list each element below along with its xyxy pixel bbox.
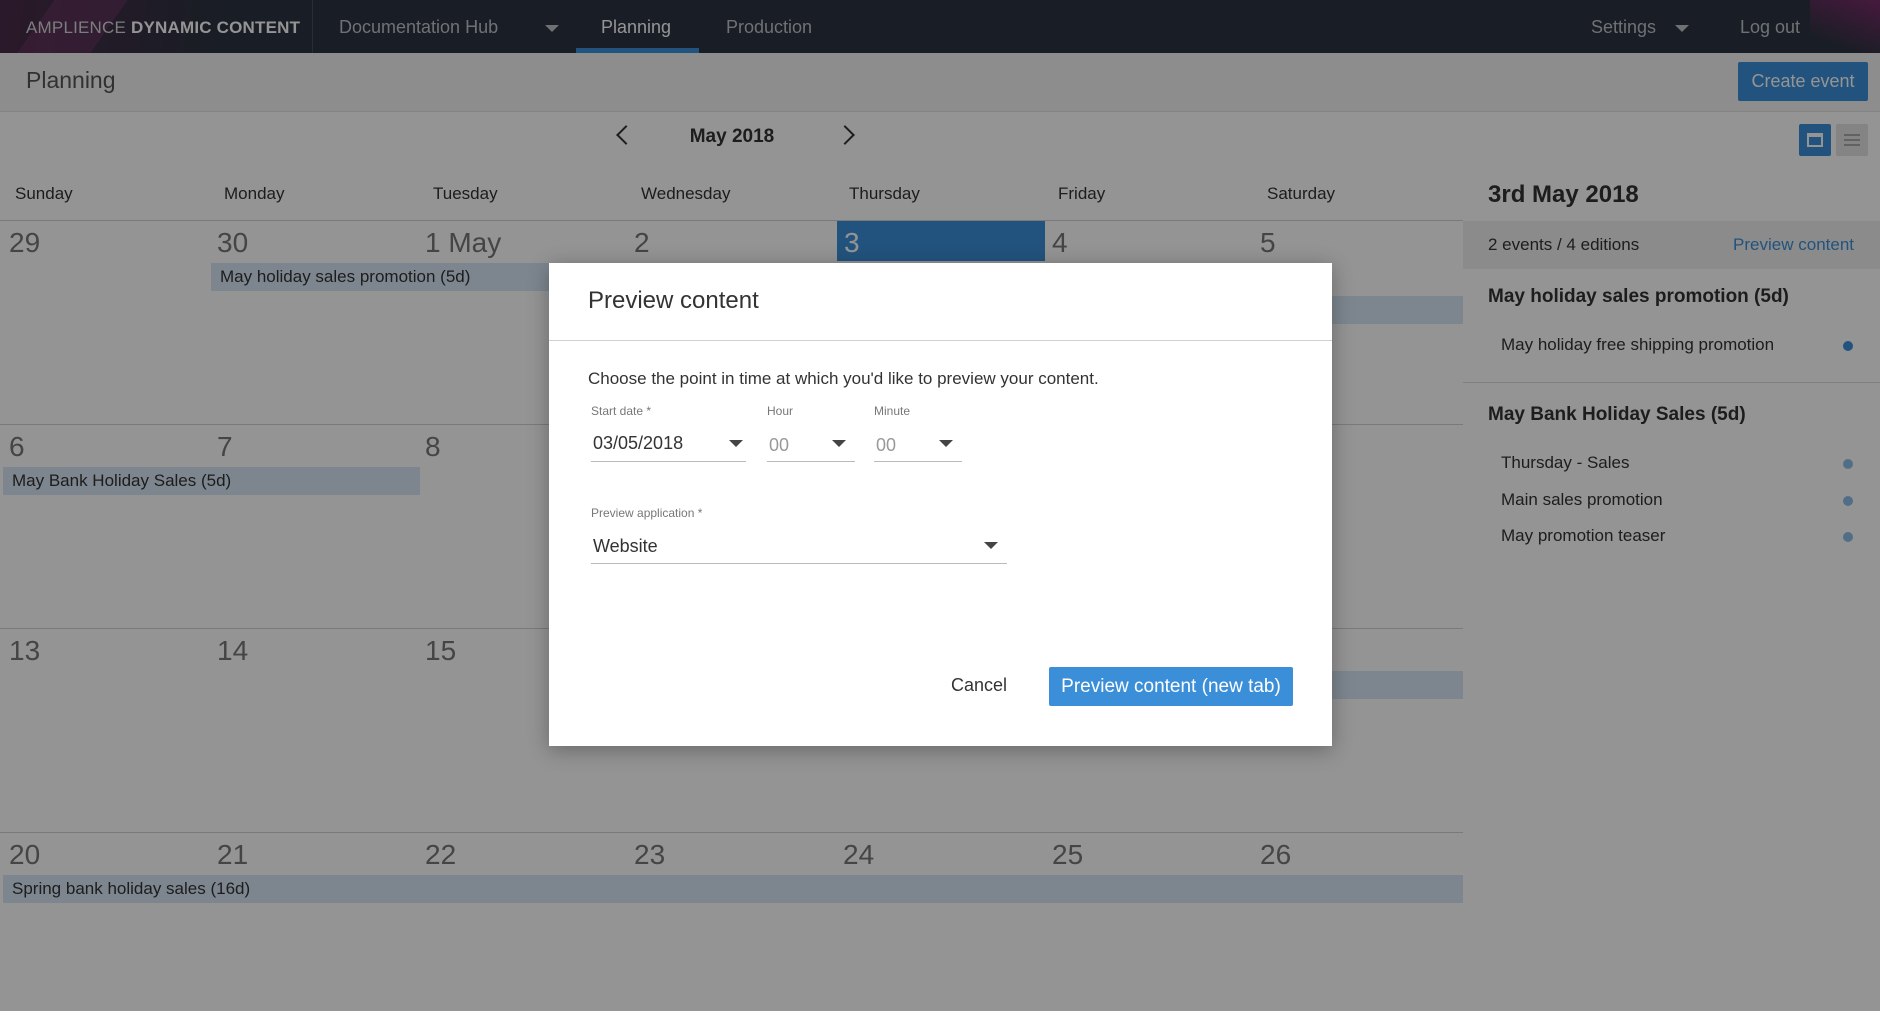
- preview-application-label: Preview application *: [591, 506, 703, 520]
- chevron-down-icon: [939, 440, 953, 447]
- hour-value: 00: [769, 435, 790, 455]
- preview-content-button[interactable]: Preview content (new tab): [1049, 667, 1293, 706]
- start-date-value: 03/05/2018: [593, 433, 684, 453]
- hour-label: Hour: [767, 404, 794, 418]
- dialog-description: Choose the point in time at which you'd …: [588, 369, 1099, 388]
- field-underline: [874, 461, 962, 462]
- start-date-label: Start date *: [591, 404, 652, 418]
- minute-value: 00: [876, 435, 897, 455]
- cancel-button[interactable]: Cancel: [934, 666, 1024, 704]
- field-underline: [591, 563, 1007, 564]
- dialog-divider: [549, 340, 1332, 341]
- chevron-down-icon: [729, 440, 743, 447]
- preview-application-value: Website: [593, 536, 658, 556]
- preview-content-dialog: Preview content Choose the point in time…: [549, 263, 1332, 746]
- minute-label: Minute: [874, 404, 911, 418]
- chevron-down-icon: [984, 542, 998, 549]
- field-underline: [767, 461, 855, 462]
- field-underline: [591, 461, 746, 462]
- dialog-title: Preview content: [588, 287, 759, 314]
- chevron-down-icon: [832, 440, 846, 447]
